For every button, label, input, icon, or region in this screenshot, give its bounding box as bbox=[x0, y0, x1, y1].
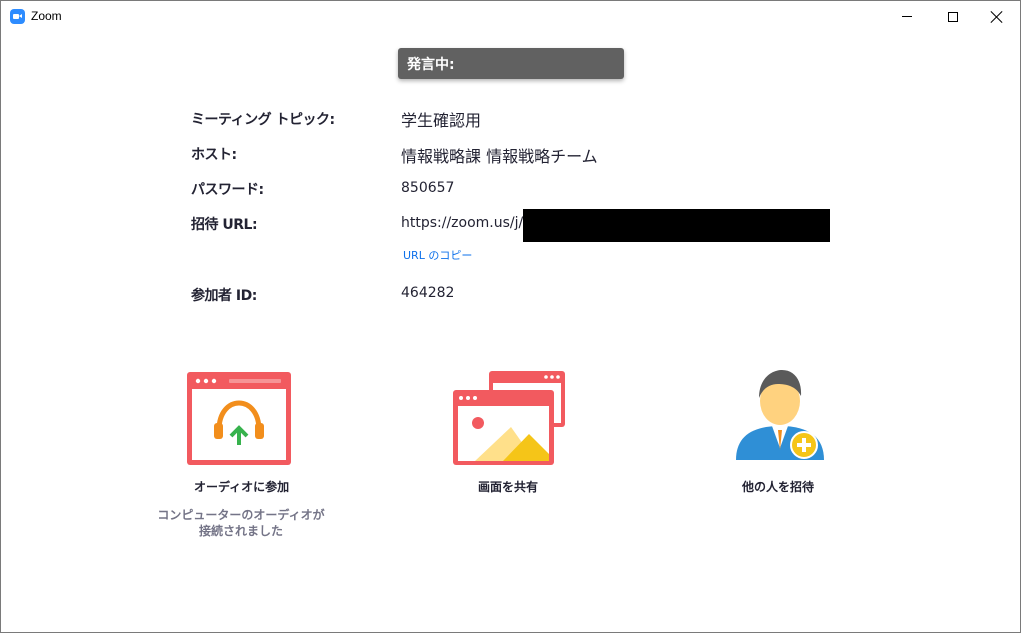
join-audio-label: オーディオに参加 bbox=[194, 480, 290, 494]
minimize-icon bbox=[902, 16, 912, 17]
topic-label: ミーティング トピック: bbox=[191, 112, 335, 128]
share-screen-label: 画面を共有 bbox=[478, 480, 539, 494]
window-title: Zoom bbox=[31, 9, 62, 23]
speaking-banner: 発言中: bbox=[398, 48, 624, 79]
person-add-icon bbox=[736, 370, 824, 460]
headset-upload-icon bbox=[187, 372, 291, 465]
invite-button[interactable] bbox=[734, 368, 826, 468]
share-screen-button[interactable] bbox=[453, 371, 567, 466]
maximize-button[interactable] bbox=[930, 1, 976, 32]
redacted-block bbox=[523, 209, 830, 242]
join-audio-button[interactable] bbox=[187, 372, 291, 465]
participant-id-label: 参加者 ID: bbox=[191, 288, 257, 304]
invite-label: 他の人を招待 bbox=[742, 480, 815, 494]
host-value: 情報戦略課 情報戦略チーム bbox=[401, 147, 598, 166]
participant-id-value: 464282 bbox=[401, 285, 455, 301]
invite-url-label: 招待 URL: bbox=[191, 217, 258, 233]
host-label: ホスト: bbox=[191, 147, 237, 163]
minimize-button[interactable] bbox=[884, 1, 930, 32]
topic-value: 学生確認用 bbox=[401, 111, 482, 130]
audio-status-line2: 接続されました bbox=[198, 524, 283, 538]
speaking-label: 発言中: bbox=[407, 57, 455, 73]
zoom-window: Zoom 発言中: ミーティング トピック: 学生確認用 ホスト: 情報戦略課 … bbox=[0, 0, 1021, 633]
share-picture-windows-icon bbox=[453, 371, 565, 465]
audio-status-text: コンピューターのオーディオが 接続されました bbox=[156, 507, 326, 539]
invite-url-value: https://zoom.us/j/ bbox=[401, 215, 524, 231]
maximize-icon bbox=[948, 11, 958, 22]
close-button[interactable] bbox=[974, 1, 1020, 32]
password-label: パスワード: bbox=[191, 182, 264, 198]
zoom-camera-icon bbox=[10, 9, 25, 24]
password-value: 850657 bbox=[401, 180, 455, 196]
audio-status-line1: コンピューターのオーディオが bbox=[157, 508, 325, 522]
close-icon bbox=[991, 11, 1003, 23]
title-bar[interactable]: Zoom bbox=[1, 1, 1020, 32]
copy-url-link[interactable]: URL のコピー bbox=[403, 247, 472, 263]
